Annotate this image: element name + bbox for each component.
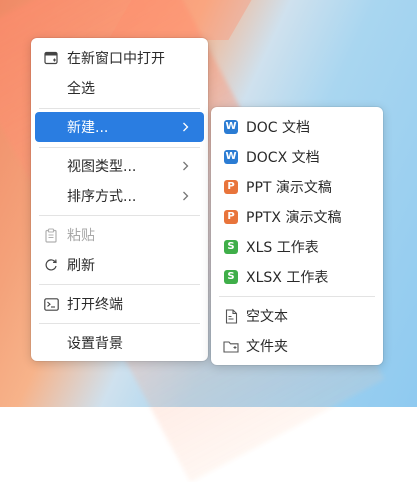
menu-item-label: 设置背景 bbox=[67, 336, 123, 352]
chevron-right-icon bbox=[180, 159, 190, 173]
submenu-item-folder[interactable]: 文件夹 bbox=[215, 331, 379, 361]
menu-item-paste[interactable]: 粘贴 bbox=[35, 220, 204, 250]
menu-item-refresh[interactable]: 刷新 bbox=[35, 250, 204, 280]
pptx-icon: P bbox=[223, 209, 239, 225]
menu-item-label: PPT 演示文稿 bbox=[246, 180, 332, 196]
menu-item-label: 在新窗口中打开 bbox=[67, 51, 165, 67]
submenu-item-ppt[interactable]: P PPT 演示文稿 bbox=[215, 172, 379, 202]
menu-item-label: PPTX 演示文稿 bbox=[246, 210, 342, 226]
menu-item-sort-by[interactable]: 排序方式... bbox=[35, 181, 204, 211]
submenu-item-xlsx[interactable]: S XLSX 工作表 bbox=[215, 262, 379, 292]
menu-item-new[interactable]: 新建... bbox=[35, 112, 204, 142]
submenu-item-pptx[interactable]: P PPTX 演示文稿 bbox=[215, 202, 379, 232]
menu-item-open-terminal[interactable]: 打开终端 bbox=[35, 289, 204, 319]
menu-item-label: DOCX 文档 bbox=[246, 150, 320, 166]
menu-separator bbox=[39, 108, 200, 109]
context-menu: 在新窗口中打开 全选 新建... 视图类型... 排序方式... 粘贴 刷新 打… bbox=[31, 38, 208, 361]
menu-separator bbox=[39, 147, 200, 148]
menu-item-label: 空文本 bbox=[246, 309, 288, 325]
menu-item-label: DOC 文档 bbox=[246, 120, 311, 136]
menu-item-label: 粘贴 bbox=[67, 228, 95, 244]
menu-item-view-type[interactable]: 视图类型... bbox=[35, 151, 204, 181]
chevron-right-icon bbox=[180, 189, 190, 203]
word-doc-icon: W bbox=[224, 120, 238, 134]
menu-item-label: 排序方式... bbox=[67, 189, 137, 205]
clipboard-icon bbox=[43, 227, 59, 243]
menu-separator bbox=[219, 296, 375, 297]
folder-icon bbox=[223, 338, 239, 354]
empty-text-file-icon bbox=[223, 308, 239, 324]
menu-separator bbox=[39, 323, 200, 324]
word-docx-icon: W bbox=[224, 150, 238, 164]
menu-item-label: 文件夹 bbox=[246, 339, 288, 355]
submenu-item-doc[interactable]: W DOC 文档 bbox=[215, 112, 379, 142]
menu-item-label: 全选 bbox=[67, 81, 95, 97]
refresh-icon bbox=[43, 257, 59, 273]
menu-separator bbox=[39, 284, 200, 285]
terminal-icon bbox=[43, 296, 59, 312]
new-window-icon bbox=[43, 50, 59, 66]
menu-item-set-background[interactable]: 设置背景 bbox=[35, 328, 204, 358]
chevron-right-icon bbox=[180, 120, 190, 134]
menu-item-label: XLSX 工作表 bbox=[246, 270, 329, 286]
submenu-item-xls[interactable]: S XLS 工作表 bbox=[215, 232, 379, 262]
menu-item-label: 打开终端 bbox=[67, 297, 123, 313]
menu-item-select-all[interactable]: 全选 bbox=[35, 73, 204, 103]
xls-icon: S bbox=[223, 239, 239, 255]
menu-separator bbox=[39, 215, 200, 216]
submenu-item-empty-text[interactable]: 空文本 bbox=[215, 301, 379, 331]
menu-item-label: 刷新 bbox=[67, 258, 95, 274]
ppt-icon: P bbox=[223, 179, 239, 195]
menu-item-open-in-new-window[interactable]: 在新窗口中打开 bbox=[35, 43, 204, 73]
new-submenu: W DOC 文档 W DOCX 文档 P PPT 演示文稿 P PPTX 演示文… bbox=[211, 107, 383, 365]
xlsx-icon: S bbox=[223, 269, 239, 285]
menu-item-label: 新建... bbox=[67, 120, 109, 136]
menu-item-label: 视图类型... bbox=[67, 159, 137, 175]
submenu-item-docx[interactable]: W DOCX 文档 bbox=[215, 142, 379, 172]
menu-item-label: XLS 工作表 bbox=[246, 240, 319, 256]
